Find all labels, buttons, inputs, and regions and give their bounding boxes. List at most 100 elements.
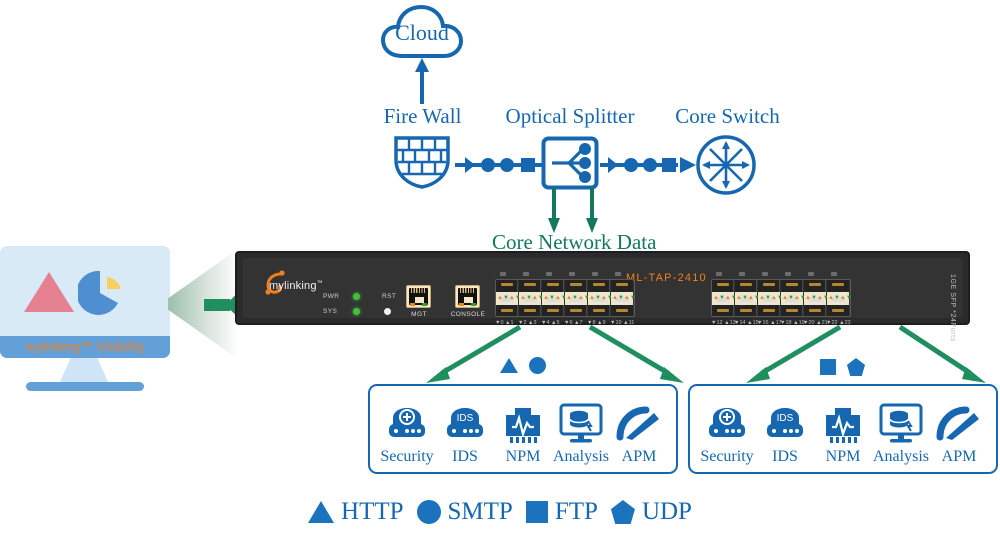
device-brand-tm: ™	[316, 280, 323, 287]
core-switch-icon	[696, 135, 756, 195]
tool-label: IDS	[772, 448, 798, 465]
monitor-caption-bar: mylinking™ Visibility	[0, 336, 170, 358]
sfp-slot[interactable]: ▲ ▼ ▲ ▼	[611, 280, 636, 316]
sys-led-label: SYS	[323, 308, 338, 315]
visibility-monitor: mylinking™ Visibility	[0, 246, 176, 398]
legend-label: HTTP	[341, 498, 404, 525]
cloud-label: Cloud	[395, 20, 449, 45]
tool-label: IDS	[452, 448, 478, 465]
sfp-slot[interactable]: ▲ ▼ ▲ ▼	[496, 280, 521, 316]
sfp-slot[interactable]: ▲ ▼ ▲ ▼	[588, 280, 613, 316]
tool-label: APM	[621, 448, 657, 465]
tool-ids[interactable]: IDS IDS	[756, 402, 814, 466]
firewall-splitter-link	[455, 157, 543, 173]
sfp-slot[interactable]: ▲ ▼ ▲ ▼	[804, 280, 829, 316]
mgt-port-label: MGT	[411, 311, 427, 318]
square-marker-icon	[820, 359, 836, 375]
circle-icon	[416, 500, 441, 524]
svg-text:IDS: IDS	[777, 413, 794, 424]
tool-label: APM	[941, 448, 977, 465]
tool-label: Security	[700, 448, 754, 465]
triangle-marker-icon	[500, 358, 518, 373]
analysis-database-icon	[558, 402, 604, 446]
protocol-legend: HTTP SMTP FTP UDP	[0, 498, 1000, 526]
monitor-neck	[60, 358, 108, 382]
tool-analysis[interactable]: Analysis	[872, 402, 930, 466]
diagram-canvas: Cloud Fire Wall Optical Splitter Core Sw…	[0, 0, 1000, 533]
legend-label: UDP	[641, 498, 692, 525]
security-appliance-icon	[705, 402, 749, 446]
monitor-pie-icon	[78, 271, 121, 315]
device-brand-label: mylinking	[269, 280, 317, 292]
sfp-slot[interactable]: ▲ ▼ ▲ ▼	[735, 280, 760, 316]
rst-label: RST	[382, 293, 397, 300]
tool-label: Analysis	[873, 448, 929, 465]
legend-item-http: HTTP	[308, 498, 404, 526]
console-port[interactable]	[455, 285, 480, 308]
device-model-label: ML-TAP-2410	[626, 272, 707, 284]
pentagon-icon	[610, 500, 635, 524]
tool-apm[interactable]: APM	[610, 402, 668, 466]
legend-item-ftp: FTP	[525, 498, 598, 526]
npm-monitor-icon	[823, 402, 863, 446]
tool-npm[interactable]: NPM	[814, 402, 872, 466]
square-icon	[525, 501, 548, 523]
tool-apm[interactable]: APM	[930, 402, 988, 466]
core-network-data-arrows	[548, 188, 598, 233]
sfp-slot[interactable]: ▲ ▼ ▲ ▼	[712, 280, 737, 316]
right-panel-feed-arrows	[746, 325, 986, 383]
right-tool-panel: Security IDS IDS NPM Analysis APM	[688, 384, 998, 474]
sfp-slot[interactable]: ▲ ▼ ▲ ▼	[565, 280, 590, 316]
npm-monitor-icon	[503, 402, 543, 446]
sfp-slot[interactable]: ▲ ▼ ▲ ▼	[781, 280, 806, 316]
analysis-database-icon	[878, 402, 924, 446]
tool-label: Security	[380, 448, 434, 465]
pwr-led-label: PWR	[323, 293, 340, 300]
device-brand-text: mylinking™	[269, 280, 323, 292]
sfp-slot[interactable]: ▲ ▼ ▲ ▼	[758, 280, 783, 316]
splitter-coreswitch-link	[600, 157, 696, 173]
ids-appliance-icon: IDS	[763, 402, 807, 446]
left-panel-feed-arrows	[426, 325, 684, 383]
pwr-led-indicator	[353, 293, 360, 300]
sfp-slot[interactable]: ▲ ▼ ▲ ▼	[827, 280, 852, 316]
core-switch-node	[694, 135, 758, 200]
tool-label: Analysis	[553, 448, 609, 465]
sfp-slot[interactable]: ▲ ▼ ▲ ▼	[542, 280, 567, 316]
network-tap-device: mylinking™ ML-TAP-2410 PWR RST SYS X	[235, 251, 970, 342]
tool-security[interactable]: Security	[698, 402, 756, 466]
tool-security[interactable]: Security	[378, 402, 436, 466]
security-appliance-icon	[385, 402, 429, 446]
optical-splitter-node	[541, 136, 599, 195]
apm-gauge-icon	[936, 402, 982, 446]
monitor-triangle-icon	[24, 272, 74, 312]
tool-label: NPM	[825, 448, 861, 465]
tool-label: NPM	[505, 448, 541, 465]
firewall-shield-icon	[394, 136, 450, 189]
left-panel-markers	[500, 357, 546, 374]
sys-led-indicator	[353, 308, 360, 315]
legend-item-udp: UDP	[610, 498, 692, 526]
tool-analysis[interactable]: Analysis	[552, 402, 610, 466]
monitor-caption: mylinking™ Visibility	[25, 340, 145, 354]
optical-splitter-icon	[541, 136, 599, 190]
svg-text:IDS: IDS	[457, 413, 474, 424]
mgt-port[interactable]	[406, 285, 431, 308]
firewall-label: Fire Wall	[383, 104, 462, 128]
legend-item-smtp: SMTP	[416, 498, 513, 526]
tool-ids[interactable]: IDS IDS	[436, 402, 494, 466]
sfp-slot[interactable]: ▲ ▼ ▲ ▼	[519, 280, 544, 316]
legend-label: FTP	[554, 498, 598, 525]
tool-npm[interactable]: NPM	[494, 402, 552, 466]
device-faceplate: mylinking™ ML-TAP-2410 PWR RST SYS X	[243, 258, 962, 342]
right-panel-markers	[820, 358, 865, 376]
ids-appliance-icon: IDS	[443, 402, 487, 446]
optical-splitter-label: Optical Splitter	[505, 104, 635, 128]
core-switch-label: Core Switch	[675, 104, 780, 128]
firewall-to-cloud-arrow	[415, 58, 429, 104]
legend-label: SMTP	[447, 498, 513, 525]
monitor-base	[26, 382, 144, 391]
circle-marker-icon	[529, 357, 546, 374]
reset-button[interactable]	[384, 308, 391, 315]
triangle-icon	[308, 501, 335, 523]
